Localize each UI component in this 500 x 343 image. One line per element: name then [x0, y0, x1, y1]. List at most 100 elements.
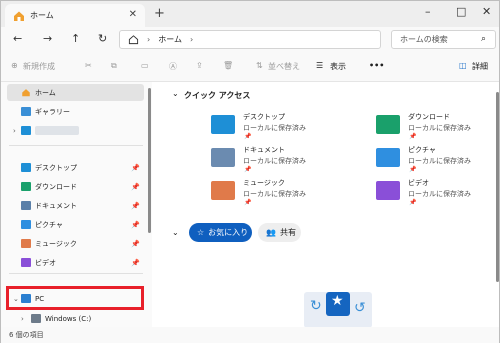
sidebar-item-label: ミュージック — [35, 239, 77, 248]
home-icon — [14, 11, 24, 21]
breadcrumb-separator: › — [147, 35, 151, 44]
refresh-button[interactable]: ↻ — [98, 32, 107, 45]
sidebar-item-drive-c[interactable]: › Windows (C:) — [7, 310, 144, 327]
sidebar-divider — [9, 145, 143, 146]
sidebar-item-pinned[interactable]: デスクトップ 📌 — [7, 159, 144, 176]
pin-icon[interactable]: 📌 — [131, 183, 140, 191]
expand-chevron-icon[interactable]: › — [13, 127, 16, 135]
item-name: ピクチャ — [408, 146, 436, 154]
details-pane-icon[interactable]: ◫ — [459, 61, 467, 70]
pin-icon[interactable]: 📌 — [131, 259, 140, 267]
pin-icon: 📌 — [409, 199, 417, 206]
sidebar-item-onedrive[interactable]: › — [7, 122, 144, 139]
sidebar-item-pinned[interactable]: ビデオ 📌 — [7, 254, 144, 271]
more-options-button[interactable]: ••• — [369, 61, 384, 70]
minimize-button[interactable]: – — [425, 5, 431, 18]
item-name: ダウンロード — [408, 113, 450, 121]
quick-access-item[interactable]: ピクチャローカルに保存済み 📌 — [376, 145, 500, 175]
favorites-filter-button[interactable]: ☆ お気に入り — [189, 223, 252, 242]
share-icon[interactable]: ⇪ — [196, 61, 203, 70]
rename-icon[interactable]: Ⓐ — [169, 61, 177, 72]
command-bar: ⊕ 新規作成 ✂ ⧉ ▭ Ⓐ ⇪ 🗑 ⇅ 並べ替え ☰ 表示 ••• ◫ 詳細 — [1, 51, 499, 82]
copy-icon[interactable]: ⧉ — [111, 61, 117, 71]
item-location: ローカルに保存済み — [243, 190, 306, 198]
quick-access-item[interactable]: ミュージックローカルに保存済み 📌 — [211, 178, 361, 208]
breadcrumb-separator[interactable]: › — [190, 35, 193, 44]
sidebar-divider — [9, 273, 143, 274]
pin-icon[interactable]: 📌 — [131, 202, 140, 210]
sidebar-item-label: ビデオ — [35, 258, 56, 267]
folder-icon — [21, 201, 31, 210]
item-name: ミュージック — [243, 179, 285, 187]
quick-access-item[interactable]: ダウンロード ローカルに保存済み 📌 — [376, 112, 500, 142]
expand-chevron-icon[interactable]: › — [21, 315, 24, 323]
tab-home[interactable]: ホーム ✕ — [5, 4, 145, 27]
back-button[interactable]: ← — [13, 32, 22, 45]
sidebar-item-label: ドキュメント — [35, 201, 77, 210]
sidebar-scrollbar[interactable] — [148, 88, 151, 233]
pin-icon: 📌 — [244, 133, 252, 140]
breadcrumb-home[interactable]: ホーム — [158, 34, 182, 45]
folder-icon — [211, 148, 235, 167]
pin-icon: 📌 — [244, 199, 252, 206]
item-location: ローカルに保存済み — [243, 157, 306, 165]
details-button[interactable]: 詳細 — [472, 61, 488, 72]
cut-icon[interactable]: ✂ — [85, 61, 92, 70]
sync-arrow-icon: ↺ — [354, 300, 366, 316]
sort-icon[interactable]: ⇅ — [256, 61, 263, 70]
star-icon: ☆ — [197, 228, 205, 237]
maximize-button[interactable]: □ — [456, 5, 466, 18]
pin-icon: 📌 — [409, 166, 417, 173]
pin-icon[interactable]: 📌 — [131, 240, 140, 248]
content-pane: ⌄ クイック アクセス デスクトップ ローカルに保存済み 📌 ダウンロード ローカルに保… — [154, 82, 500, 328]
item-location: ローカルに保存済み — [408, 157, 471, 165]
folder-icon — [376, 148, 400, 167]
address-bar[interactable]: › ホーム › — [119, 30, 381, 49]
sidebar-item-pinned[interactable]: ダウンロード 📌 — [7, 178, 144, 195]
title-bar: ホーム ✕ + – □ ✕ — [1, 1, 499, 27]
cloud-folder-icon — [21, 126, 31, 135]
sidebar-item-gallery[interactable]: ギャラリー — [7, 103, 144, 120]
sidebar-item-pinned[interactable]: ピクチャ 📌 — [7, 216, 144, 233]
quick-access-item[interactable]: デスクトップ ローカルに保存済み 📌 — [211, 112, 361, 142]
view-icon[interactable]: ☰ — [316, 61, 323, 70]
sync-arrow-icon: ↻ — [310, 298, 322, 314]
redacted-account-name — [35, 126, 79, 135]
close-window-button[interactable]: ✕ — [482, 5, 491, 18]
new-button[interactable]: 新規作成 — [23, 61, 55, 72]
sidebar-item-home[interactable]: ホーム — [7, 84, 144, 101]
people-icon: 👥 — [266, 228, 276, 237]
section-collapse-icon[interactable]: ⌄ — [172, 89, 179, 98]
quick-access-item[interactable]: ビデオローカルに保存済み 📌 — [376, 178, 500, 208]
favorites-label: お気に入り — [208, 228, 249, 237]
up-button[interactable]: ↑ — [71, 32, 80, 45]
view-button[interactable]: 表示 — [330, 61, 346, 72]
sort-button[interactable]: 並べ替え — [268, 61, 300, 72]
section-collapse-icon[interactable]: ⌄ — [172, 228, 179, 237]
quick-access-item[interactable]: ドキュメント ローカルに保存済み 📌 — [211, 145, 361, 175]
sidebar-item-label: Windows (C:) — [45, 314, 92, 323]
sidebar-item-pinned[interactable]: ミュージック 📌 — [7, 235, 144, 252]
sidebar-item-pinned[interactable]: ドキュメント 📌 — [7, 197, 144, 214]
quick-access-title: クイック アクセス — [184, 91, 251, 100]
pin-icon[interactable]: 📌 — [131, 164, 140, 172]
delete-icon[interactable]: 🗑 — [223, 61, 233, 70]
search-icon[interactable]: ⌕ — [481, 34, 493, 44]
new-tab-button[interactable]: + — [154, 6, 165, 21]
item-location: ローカルに保存済み — [408, 190, 471, 198]
folder-icon — [21, 182, 31, 191]
new-icon[interactable]: ⊕ — [11, 61, 18, 70]
home-outline-icon — [128, 35, 139, 45]
item-name: ビデオ — [408, 179, 429, 187]
paste-icon[interactable]: ▭ — [141, 61, 149, 70]
forward-button[interactable]: → — [43, 32, 52, 45]
sidebar-item-label: デスクトップ — [35, 163, 77, 172]
shared-filter-button[interactable]: 👥 共有 — [258, 223, 301, 242]
star-badge-icon: ★ — [331, 293, 344, 309]
content-scrollbar[interactable] — [496, 92, 499, 282]
empty-favorites-illustration: ★ ↻ ↺ — [304, 286, 372, 328]
item-name: デスクトップ — [243, 113, 285, 121]
tab-close-icon[interactable]: ✕ — [129, 9, 137, 20]
pin-icon[interactable]: 📌 — [131, 221, 140, 229]
sidebar-item-label: ピクチャ — [35, 220, 63, 229]
